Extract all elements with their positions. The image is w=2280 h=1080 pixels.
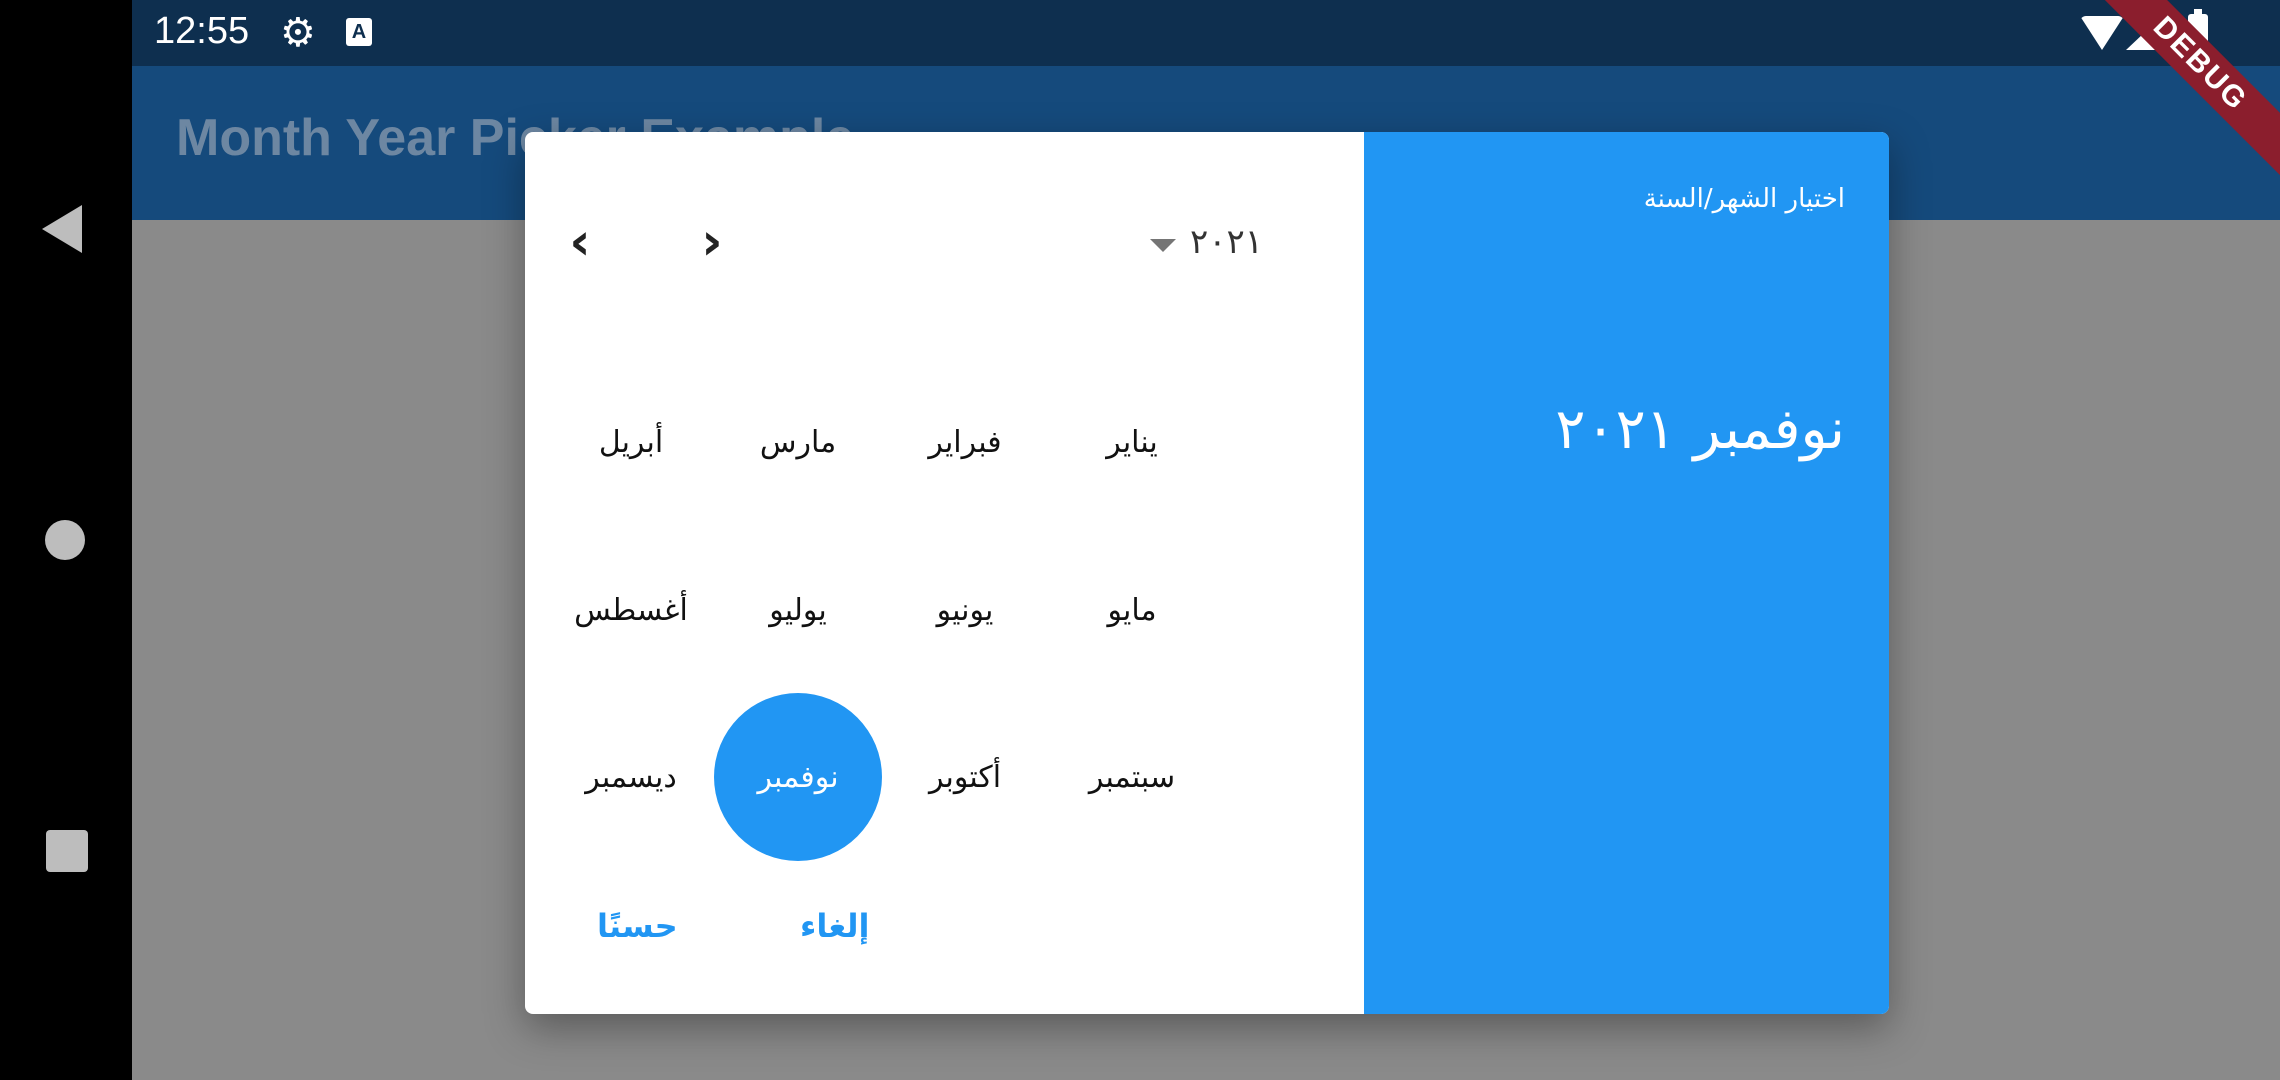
month-september[interactable]: سبتمبر <box>1048 693 1216 861</box>
gear-icon: ⚙ <box>280 10 316 56</box>
selected-date-display: نوفمبر ٢٠٢١ <box>1555 397 1845 462</box>
wifi-icon <box>2080 16 2124 50</box>
month-october[interactable]: أكتوبر <box>881 693 1049 861</box>
accessibility-icon: A <box>346 18 372 46</box>
month-december[interactable]: ديسمبر <box>547 693 715 861</box>
year-dropdown[interactable]: ٢٠٢١ <box>1150 212 1263 272</box>
chevron-left-icon[interactable]: ‹ <box>550 212 610 272</box>
recents-icon[interactable] <box>46 830 88 872</box>
month-july[interactable]: يوليو <box>714 526 882 694</box>
month-november-selected[interactable]: نوفمبر <box>714 693 882 861</box>
month-year-picker-dialog: اختيار الشهر/السنة نوفمبر ٢٠٢١ ‹ › ٢٠٢١ … <box>525 132 1889 1014</box>
month-june[interactable]: يونيو <box>881 526 1049 694</box>
month-february[interactable]: فبراير <box>881 358 1049 526</box>
month-grid: ‹ › ٢٠٢١ يناير فبراير مارس أبريل مايو يو… <box>525 132 1364 1014</box>
year-label: ٢٠٢١ <box>1190 222 1264 262</box>
status-bar: 12:55 ⚙ A <box>132 0 2280 66</box>
home-icon[interactable] <box>45 520 85 560</box>
month-may[interactable]: مايو <box>1048 526 1216 694</box>
chevron-right-icon[interactable]: › <box>682 212 742 272</box>
status-time: 12:55 <box>154 10 250 52</box>
dialog-caption: اختيار الشهر/السنة <box>1643 184 1845 214</box>
month-january[interactable]: يناير <box>1048 358 1216 526</box>
dialog-header: اختيار الشهر/السنة نوفمبر ٢٠٢١ <box>1364 132 1889 1014</box>
month-march[interactable]: مارس <box>714 358 882 526</box>
system-navigation-bar <box>0 0 132 1080</box>
month-april[interactable]: أبريل <box>547 358 715 526</box>
back-icon[interactable] <box>42 205 82 253</box>
ok-button[interactable]: حسنًا <box>597 907 678 945</box>
cancel-button[interactable]: إلغاء <box>800 907 869 945</box>
month-august[interactable]: أغسطس <box>547 526 715 694</box>
dropdown-caret-icon <box>1150 238 1176 252</box>
